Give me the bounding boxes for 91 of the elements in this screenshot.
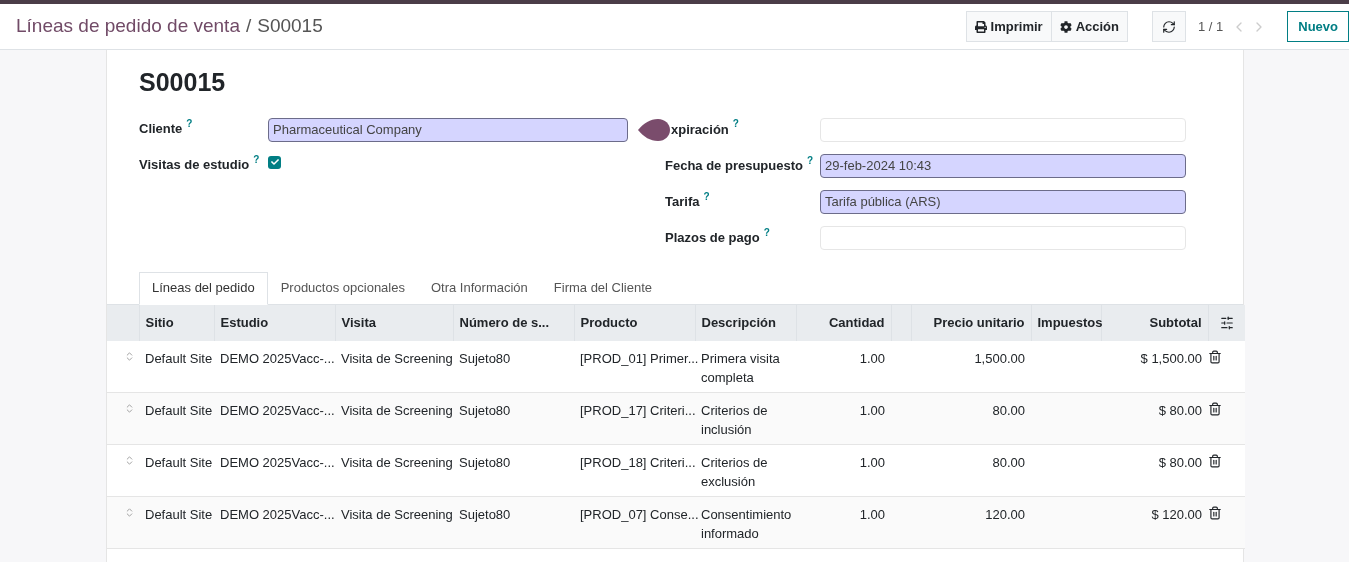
gear-icon <box>1059 20 1072 33</box>
help-mark[interactable]: ? <box>807 155 814 166</box>
checkbox[interactable] <box>268 155 281 169</box>
table-cell: Sujeto80 <box>459 403 511 418</box>
delete-icon[interactable] <box>1208 349 1222 364</box>
table-cell: [PROD_07] Conse... <box>580 507 699 522</box>
table-cell: Consentimiento informado <box>701 507 792 541</box>
table-cell: DEMO 2025Vacc-... <box>220 350 335 366</box>
help-mark[interactable]: ? <box>763 227 770 238</box>
record-name: S00015 <box>257 14 323 39</box>
table-cell: 1.00 <box>859 455 885 470</box>
table-cell: Criterios de exclusión <box>701 455 768 489</box>
table-cell: Primera visita completa <box>701 350 780 385</box>
drag-handle-icon[interactable] <box>124 507 135 518</box>
table-cell: Sujeto80 <box>459 350 511 366</box>
new-button[interactable]: Nuevo <box>1287 11 1349 42</box>
tab[interactable]: Firma del Cliente <box>540 271 666 305</box>
table-cell: Default Site <box>145 455 213 470</box>
table-cell: Default Site <box>145 403 213 418</box>
drag-handle-icon[interactable] <box>124 350 135 362</box>
column-settings-icon[interactable] <box>1219 315 1234 330</box>
text-field[interactable] <box>820 117 1186 142</box>
table-cell: $ 80.00 <box>1158 403 1202 418</box>
table-cell: 80.00 <box>992 455 1025 470</box>
tab[interactable]: Líneas del pedido <box>139 271 268 305</box>
field-label: Fecha de presupuesto <box>665 156 803 175</box>
refresh-icon <box>1161 19 1176 34</box>
text-field[interactable] <box>820 225 1186 250</box>
table-cell: Sujeto80 <box>459 507 511 522</box>
drag-handle-icon[interactable] <box>124 403 135 414</box>
tab[interactable]: Productos opcionales <box>267 271 418 305</box>
table-cell: 80.00 <box>992 403 1025 418</box>
table-cell: DEMO 2025Vacc-... <box>220 455 335 470</box>
table-cell: Visita de Screening <box>341 403 453 418</box>
text-field[interactable]: Pharmaceutical Company <box>268 117 628 142</box>
help-mark[interactable]: ? <box>732 118 739 129</box>
column-header[interactable]: Descripción <box>695 304 796 341</box>
field-label: Tarifa <box>665 192 700 211</box>
delete-icon[interactable] <box>1208 506 1222 520</box>
table-cell: Visita de Screening <box>341 455 453 470</box>
help-mark[interactable]: ? <box>253 154 260 165</box>
delete-icon[interactable] <box>1208 454 1222 468</box>
pager-value[interactable]: 1 / 1 <box>1197 16 1224 37</box>
tab[interactable]: Otra Información <box>417 271 541 305</box>
column-header[interactable]: Producto <box>574 304 695 341</box>
text-field[interactable]: 29-feb-2024 10:43 <box>820 153 1186 178</box>
table-cell: $ 120.00 <box>1151 507 1202 522</box>
column-header[interactable]: Cantidad <box>796 304 891 341</box>
field-label: Plazos de pago <box>665 228 760 247</box>
delete-icon[interactable] <box>1208 402 1222 416</box>
table-cell: $ 80.00 <box>1158 455 1202 470</box>
refresh-button[interactable] <box>1151 11 1186 42</box>
check-icon <box>270 158 279 166</box>
blob-icon <box>638 118 670 141</box>
field-label: Cliente <box>139 119 183 138</box>
column-header[interactable]: Estudio <box>214 304 335 341</box>
record-title: S00015 <box>138 67 227 98</box>
column-header[interactable]: Precio unitario <box>911 304 1031 341</box>
table-cell: 1.00 <box>859 507 885 522</box>
column-header[interactable]: Número de s... <box>453 304 574 341</box>
column-header[interactable]: Sitio <box>139 304 214 341</box>
table-cell: 1,500.00 <box>974 350 1025 366</box>
printer-icon <box>974 20 987 33</box>
table-cell: Sujeto80 <box>459 455 511 470</box>
table-cell: 1.00 <box>859 350 885 366</box>
help-mark[interactable]: ? <box>186 118 193 129</box>
column-header[interactable]: Impuestos <box>1031 304 1101 341</box>
breadcrumb-link[interactable]: Líneas de pedido de venta <box>16 12 240 41</box>
text-field[interactable]: Tarifa pública (ARS) <box>820 189 1186 214</box>
breadcrumb-separator: / <box>245 14 252 39</box>
table-cell: Default Site <box>145 507 213 522</box>
table-cell: Default Site <box>145 350 213 366</box>
table-cell: 120.00 <box>985 507 1025 522</box>
action-button[interactable]: Acción <box>1050 11 1128 42</box>
table-cell: DEMO 2025Vacc-... <box>220 403 335 418</box>
table-cell: 1.00 <box>859 403 885 418</box>
table-cell: Visita de Screening <box>341 350 453 366</box>
table-cell: Criterios de inclusión <box>701 403 768 437</box>
field-label: Visitas de estudio <box>139 155 250 174</box>
drag-handle-icon[interactable] <box>124 455 135 466</box>
help-mark[interactable]: ? <box>703 191 710 202</box>
table-cell: [PROD_18] Criteri... <box>580 455 696 470</box>
table-cell: $ 1,500.00 <box>1140 350 1202 366</box>
print-button[interactable]: Imprimir <box>965 11 1052 42</box>
table-cell: [PROD_01] Primer... <box>580 350 699 366</box>
column-header[interactable]: Subtotal <box>1101 304 1208 341</box>
table-cell: Visita de Screening <box>341 507 453 522</box>
table-cell: [PROD_17] Criteri... <box>580 403 696 418</box>
column-header[interactable]: Visita <box>335 304 453 341</box>
field-label: xpiración <box>671 120 729 139</box>
table-cell: DEMO 2025Vacc-... <box>220 507 335 522</box>
